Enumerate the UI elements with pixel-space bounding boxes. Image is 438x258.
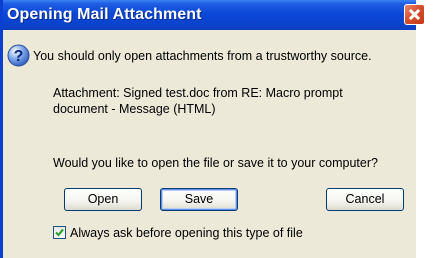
- warning-text: You should only open attachments from a …: [33, 49, 372, 63]
- close-icon[interactable]: [404, 4, 425, 25]
- question-icon: ?: [7, 44, 30, 67]
- attachment-line-1: Attachment: Signed test.doc from RE: Mac…: [53, 86, 343, 100]
- dialog-window: Opening Mail Attachment ? You should onl…: [0, 0, 416, 258]
- save-button[interactable]: Save: [160, 188, 238, 211]
- always-ask-checkbox[interactable]: [53, 226, 66, 239]
- always-ask-label[interactable]: Always ask before opening this type of f…: [70, 226, 303, 240]
- attachment-line-2: document - Message (HTML): [53, 102, 216, 116]
- cancel-button[interactable]: Cancel: [326, 188, 404, 211]
- question-text: Would you like to open the file or save …: [53, 156, 378, 170]
- checkmark-icon: [55, 228, 64, 237]
- open-button[interactable]: Open: [64, 188, 142, 211]
- window-title: Opening Mail Attachment: [7, 6, 202, 23]
- svg-text:?: ?: [14, 48, 24, 65]
- title-bar[interactable]: Opening Mail Attachment: [3, 0, 416, 30]
